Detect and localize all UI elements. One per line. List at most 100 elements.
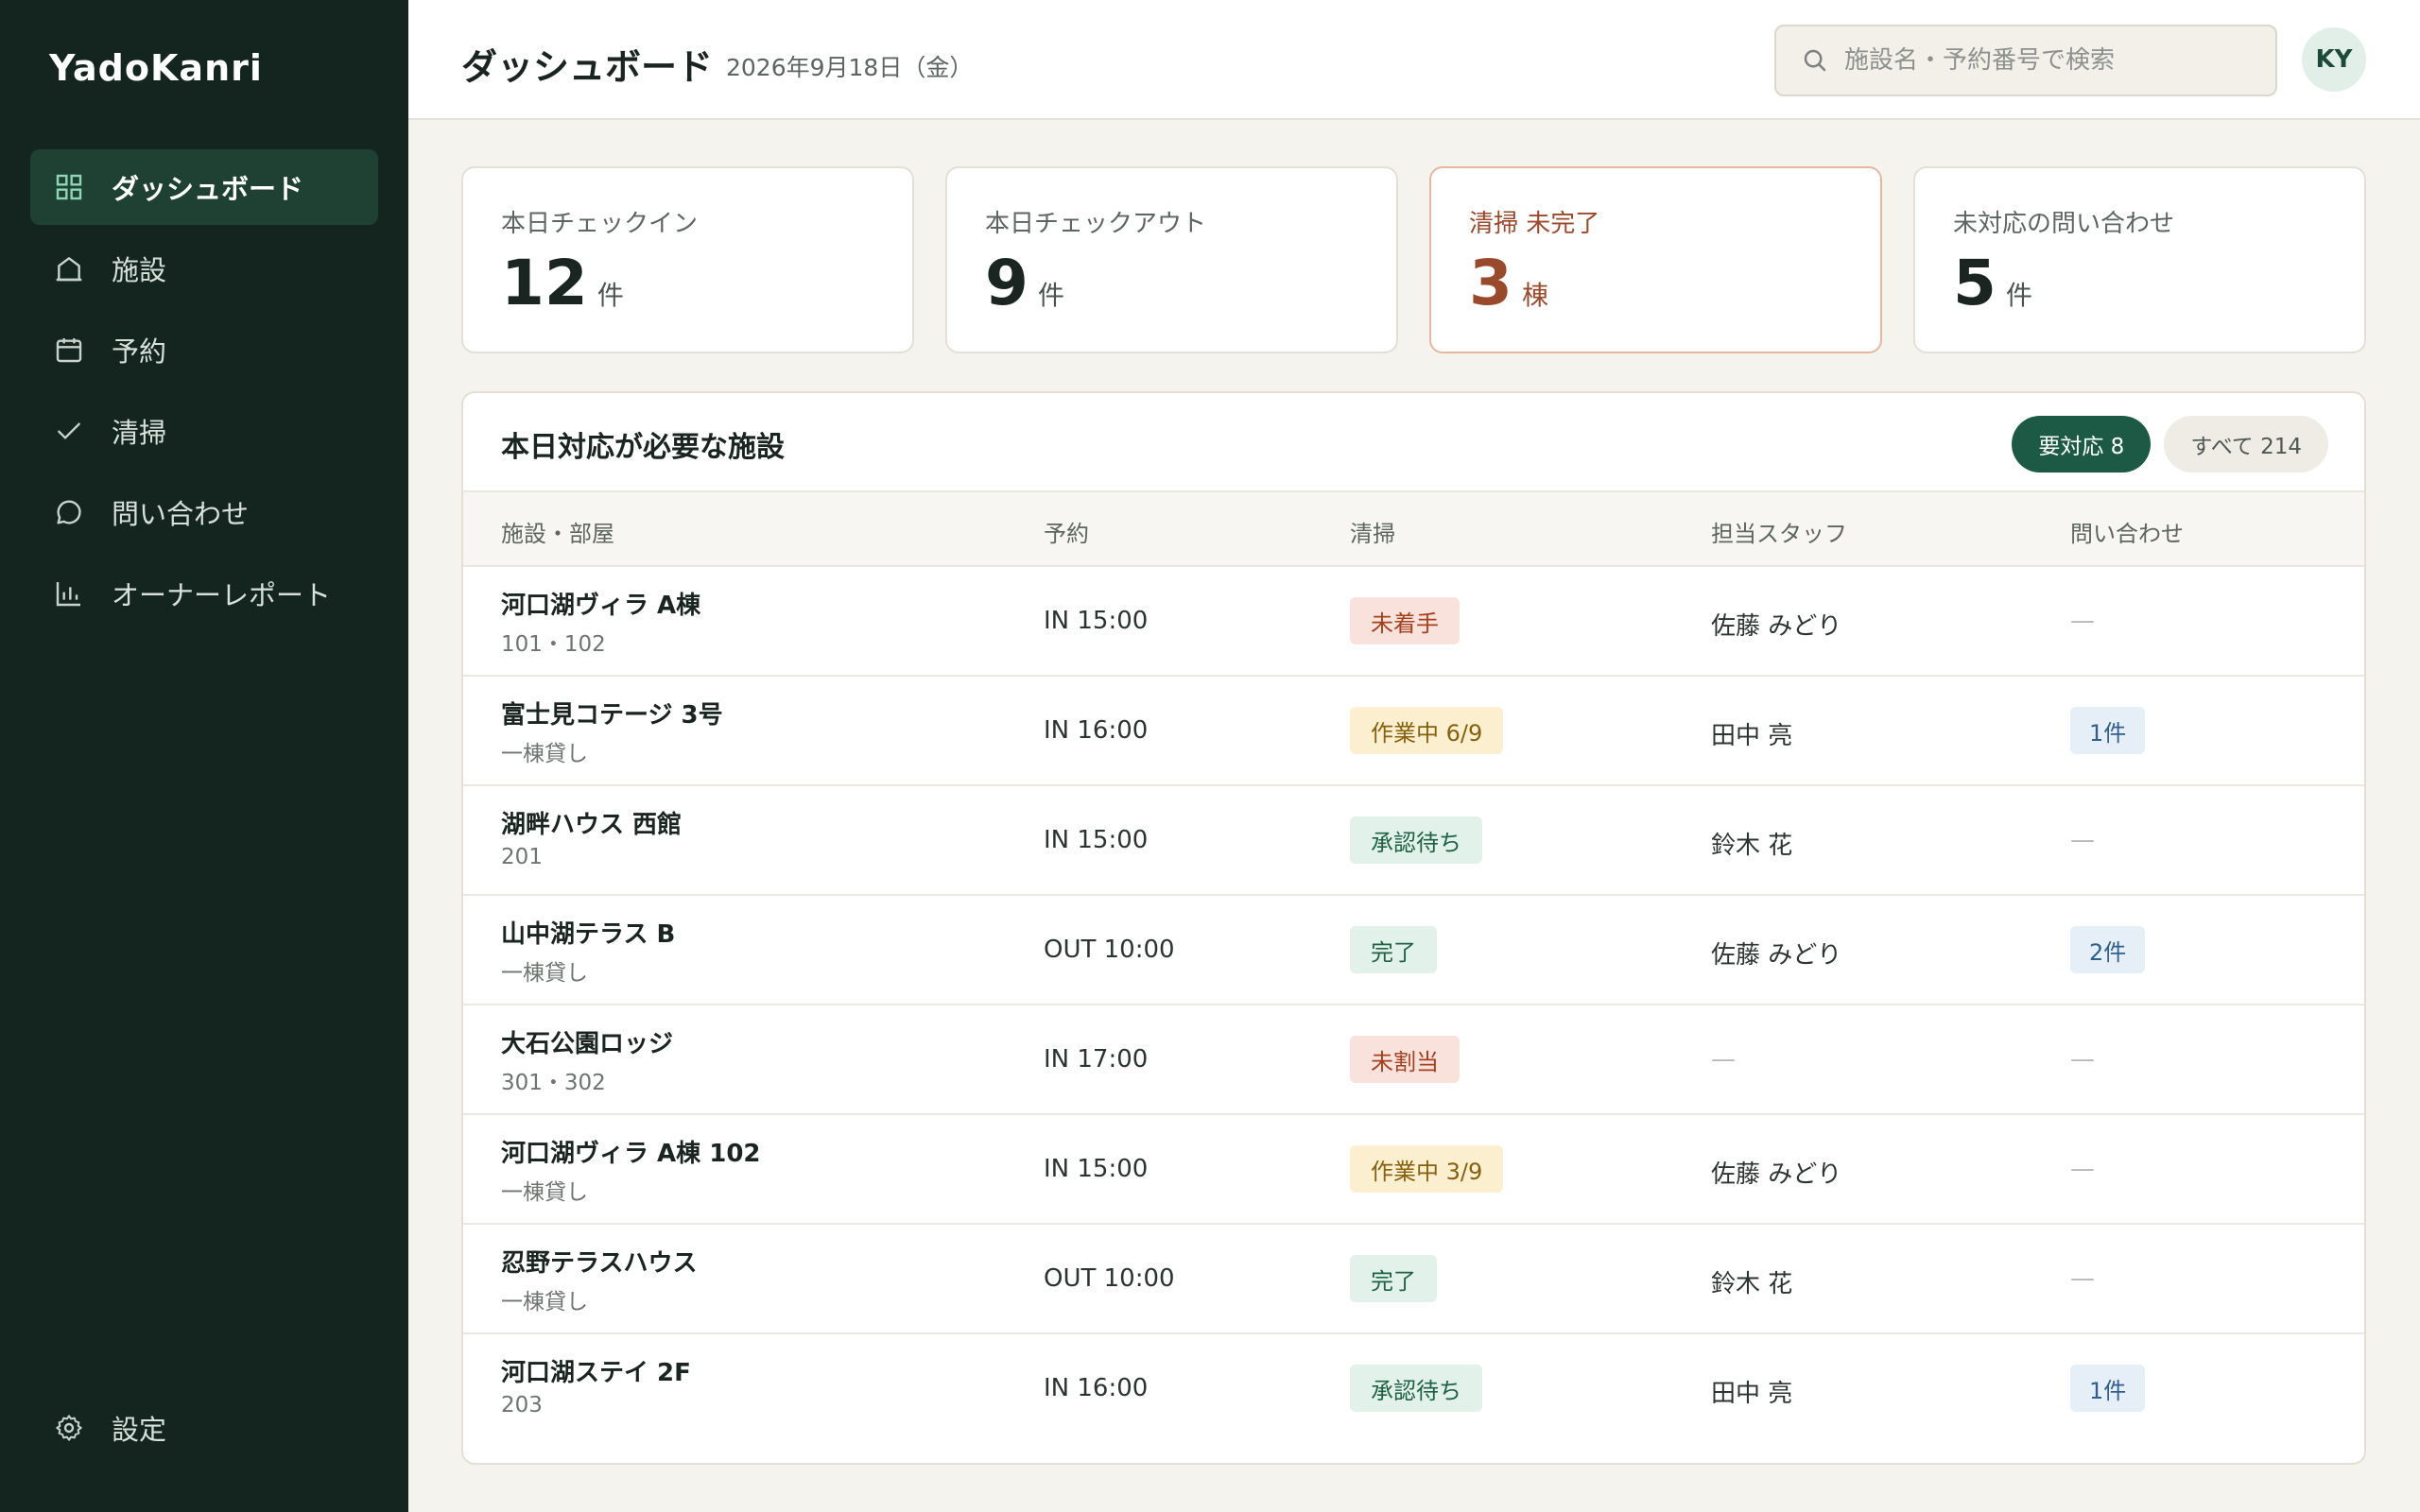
facilities-panel: 本日対応が必要な施設 要対応 8 すべて 214 施設・部屋 予約 清掃 担当ス… [461, 391, 2366, 1465]
cleaning-status-badge: 承認待ち [1350, 816, 1482, 864]
inquiry-empty: — [2070, 1264, 2095, 1293]
property-name: 大石公園ロッジ [501, 1030, 674, 1058]
property-rooms: 一棟貸し [501, 1290, 588, 1314]
table-row[interactable]: 山中湖テラス B 一棟貸し OUT 10:00 完了 佐藤 みどり 2件 [463, 896, 2364, 1005]
bar-chart-icon [53, 577, 85, 610]
sidebar-item-cleaning[interactable]: 清掃 [30, 393, 378, 469]
user-avatar[interactable]: KY [2302, 27, 2366, 92]
sidebar-item-reservations[interactable]: 予約 [30, 312, 378, 387]
panel-title: 本日対応が必要な施設 [501, 431, 785, 464]
reservation-time: IN 16:00 [1044, 1374, 1149, 1402]
inquiry-empty: — [2070, 607, 2095, 635]
stat-value: 3 [1469, 247, 1512, 319]
sidebar-nav: ダッシュボード 施設 予約 清掃 問い合わせ オーナーレポート [30, 149, 378, 637]
property-rooms: 101・102 [501, 632, 606, 657]
stat-card-cleaning-incomplete[interactable]: 清掃 未完了 3 棟 [1429, 166, 1882, 353]
cleaning-status-badge: 完了 [1350, 1255, 1437, 1302]
stat-unit: 件 [596, 280, 624, 311]
sidebar-item-label: 設定 [112, 1414, 167, 1446]
table-row[interactable]: 河口湖ヴィラ A棟 101・102 IN 15:00 未着手 佐藤 みどり — [463, 567, 2364, 677]
reservation-time: IN 15:00 [1044, 607, 1149, 635]
assigned-staff: — [1711, 1045, 1736, 1074]
check-icon [53, 415, 85, 447]
top-header: ダッシュボード 2026年9月18日（金） KY [408, 0, 2420, 120]
reservation-time: IN 16:00 [1044, 716, 1149, 745]
column-header[interactable]: 担当スタッフ [1711, 515, 1847, 548]
stat-card-checkin[interactable]: 本日チェックイン 12 件 [461, 166, 914, 353]
sidebar-item-owner-report[interactable]: オーナーレポート [30, 556, 378, 631]
app-logo: YadoKanri [49, 47, 263, 89]
property-rooms: 一棟貸し [501, 742, 588, 766]
property-name: 河口湖ヴィラ A棟 [501, 592, 701, 620]
sidebar-item-dashboard[interactable]: ダッシュボード [30, 149, 378, 225]
sidebar-item-label: オーナーレポート [112, 579, 332, 611]
assigned-staff: 鈴木 花 [1711, 1270, 1793, 1298]
property-rooms: 301・302 [501, 1071, 606, 1095]
stat-value: 9 [985, 247, 1028, 319]
inquiry-count-badge[interactable]: 1件 [2070, 1365, 2146, 1412]
table-row[interactable]: 忍野テラスハウス 一棟貸し OUT 10:00 完了 鈴木 花 — [463, 1225, 2364, 1334]
property-rooms: 一棟貸し [501, 961, 588, 986]
property-rooms: 203 [501, 1393, 543, 1418]
sidebar-item-facilities[interactable]: 施設 [30, 231, 378, 306]
stat-label: 未対応の問い合わせ [1953, 210, 2175, 238]
table-row[interactable]: 河口湖ステイ 2F 203 IN 16:00 承認待ち 田中 亮 1件 [463, 1334, 2364, 1444]
table-row[interactable]: 大石公園ロッジ 301・302 IN 17:00 未割当 — — [463, 1005, 2364, 1115]
sidebar-item-label: 清掃 [112, 417, 167, 449]
column-header[interactable]: 清掃 [1350, 515, 1395, 548]
inquiry-count-badge[interactable]: 2件 [2070, 926, 2146, 973]
home-icon [53, 252, 85, 284]
reservation-time: IN 15:00 [1044, 826, 1149, 854]
table-row[interactable]: 河口湖ヴィラ A棟 102 一棟貸し IN 15:00 作業中 3/9 佐藤 み… [463, 1115, 2364, 1225]
inquiry-empty: — [2070, 1155, 2095, 1183]
assigned-staff: 佐藤 みどり [1711, 941, 1842, 970]
assigned-staff: 田中 亮 [1711, 722, 1793, 750]
assigned-staff: 佐藤 みどり [1711, 612, 1842, 641]
chat-icon [53, 496, 85, 528]
filter-chip-all[interactable]: すべて 214 [2164, 416, 2328, 472]
table-row[interactable]: 湖畔ハウス 西館 201 IN 15:00 承認待ち 鈴木 花 — [463, 786, 2364, 896]
sidebar-item-label: 予約 [112, 335, 167, 368]
dashboard-icon [53, 171, 85, 203]
inquiry-empty: — [2070, 1045, 2095, 1074]
stat-label: 本日チェックアウト [985, 210, 1207, 238]
gear-icon [53, 1412, 85, 1444]
inquiry-empty: — [2070, 826, 2095, 854]
property-name: 河口湖ステイ 2F [501, 1359, 691, 1387]
page-date: 2026年9月18日（金） [726, 54, 974, 81]
column-header[interactable]: 問い合わせ [2070, 515, 2184, 548]
stat-unit: 棟 [1521, 280, 1548, 311]
property-name: 忍野テラスハウス [501, 1249, 698, 1278]
sidebar: YadoKanri ダッシュボード 施設 予約 清掃 問い合わせ オーナーレポー… [0, 0, 408, 1512]
stat-card-open-inquiries[interactable]: 未対応の問い合わせ 5 件 [1913, 166, 2366, 353]
reservation-time: OUT 10:00 [1044, 936, 1175, 964]
stat-value: 12 [501, 247, 588, 319]
sidebar-item-label: ダッシュボード [112, 173, 304, 205]
stat-unit: 件 [1037, 280, 1064, 311]
column-header[interactable]: 予約 [1044, 515, 1089, 548]
page-title: ダッシュボード [461, 46, 714, 88]
inquiry-count-badge[interactable]: 1件 [2070, 707, 2146, 754]
cleaning-status-badge: 未割当 [1350, 1036, 1460, 1083]
sidebar-item-label: 問い合わせ [112, 498, 250, 530]
filter-chips: 要対応 8 すべて 214 [1998, 416, 2328, 472]
stat-label: 清掃 未完了 [1469, 210, 1600, 238]
search-input[interactable] [1844, 46, 2260, 75]
search-icon [1804, 49, 1826, 72]
assigned-staff: 田中 亮 [1711, 1380, 1793, 1408]
stat-label: 本日チェックイン [501, 210, 699, 238]
property-name: 富士見コテージ 3号 [501, 701, 723, 730]
sidebar-item-settings[interactable]: 設定 [30, 1390, 378, 1466]
stat-unit: 件 [2005, 280, 2032, 311]
filter-chip-needs-action[interactable]: 要対応 8 [2012, 416, 2152, 472]
assigned-staff: 鈴木 花 [1711, 832, 1793, 860]
cleaning-status-badge: 承認待ち [1350, 1365, 1482, 1412]
cleaning-status-badge: 未着手 [1350, 597, 1460, 644]
table-row[interactable]: 富士見コテージ 3号 一棟貸し IN 16:00 作業中 6/9 田中 亮 1件 [463, 677, 2364, 786]
column-header[interactable]: 施設・部屋 [501, 515, 614, 548]
table-header: 施設・部屋 予約 清掃 担当スタッフ 問い合わせ [463, 490, 2364, 567]
cleaning-status-badge: 作業中 6/9 [1350, 707, 1504, 754]
search-box[interactable] [1774, 25, 2277, 96]
sidebar-item-inquiries[interactable]: 問い合わせ [30, 474, 378, 550]
stat-card-checkout[interactable]: 本日チェックアウト 9 件 [945, 166, 1398, 353]
